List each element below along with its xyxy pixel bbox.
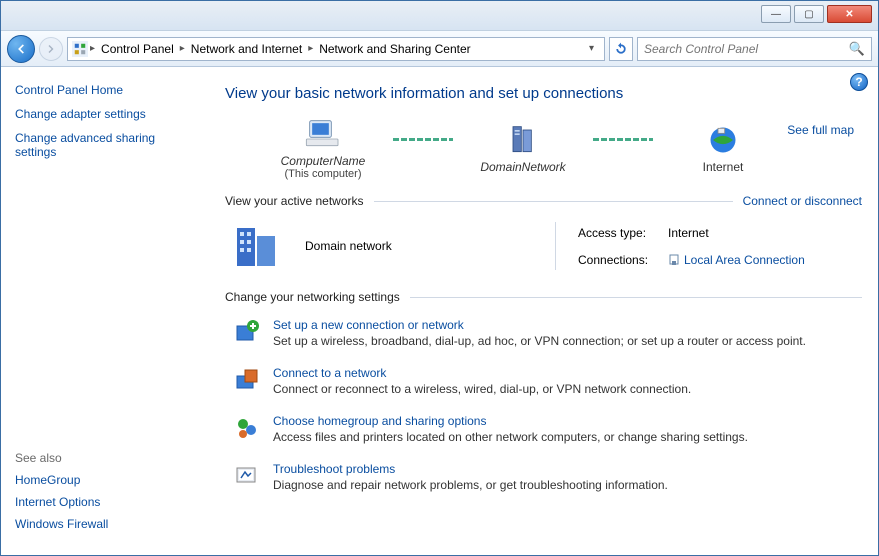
active-networks-header: View your active networks Connect or dis… [225,194,862,208]
chevron-right-icon: ▸ [180,43,185,54]
task-link[interactable]: Troubleshoot problems [273,462,668,476]
task-link[interactable]: Connect to a network [273,366,691,380]
task-list: Set up a new connection or network Set u… [225,312,862,504]
active-network-row: Domain network Access type: Internet Con… [225,216,862,282]
active-networks-label: View your active networks [225,194,364,208]
ethernet-icon [668,253,680,267]
server-icon [503,122,543,158]
back-button[interactable] [7,35,35,63]
map-link-line [393,138,453,141]
rule [374,201,733,202]
active-network-name: Domain network [305,239,392,253]
map-internet[interactable]: Internet [653,122,793,174]
breadcrumb[interactable]: ▸ Control Panel ▸ Network and Internet ▸… [67,37,605,61]
map-computer-sub: (This computer) [284,168,361,180]
search-box[interactable]: 🔍 [637,37,872,61]
breadcrumb-seg[interactable]: Network and Internet [187,42,306,56]
content: ? View your basic network information an… [209,67,878,555]
connection-link-text: Local Area Connection [684,253,805,267]
access-type-label: Access type: [578,226,668,240]
seealso-firewall[interactable]: Windows Firewall [15,517,195,531]
map-network-label: DomainNetwork [480,160,565,174]
task-link[interactable]: Choose homegroup and sharing options [273,414,748,428]
body: Control Panel Home Change adapter settin… [1,67,878,555]
network-map: ComputerName (This computer) DomainNetwo… [225,116,862,186]
sidebar-spacer [15,169,195,451]
chevron-right-icon: ▸ [308,43,313,54]
arrow-right-icon [45,43,57,55]
access-type-value: Internet [668,226,805,240]
map-internet-label: Internet [703,160,744,174]
maximize-button[interactable]: ▢ [794,5,824,23]
map-network[interactable]: DomainNetwork [453,122,593,174]
map-computer-label: ComputerName [281,154,366,168]
active-network-details: Access type: Internet Connections: Local… [555,222,805,270]
seealso-homegroup[interactable]: HomeGroup [15,473,195,487]
building-icon [231,222,287,270]
sidebar: Control Panel Home Change adapter settin… [1,67,209,555]
search-input[interactable] [644,42,849,56]
breadcrumb-seg[interactable]: Network and Sharing Center [315,42,474,56]
active-network-left: Domain network [231,222,531,270]
breadcrumb-seg[interactable]: Control Panel [97,42,178,56]
task-desc: Diagnose and repair network problems, or… [273,478,668,492]
connect-disconnect-link[interactable]: Connect or disconnect [743,194,862,208]
search-icon[interactable]: 🔍 [849,41,865,57]
help-icon[interactable]: ? [850,73,868,91]
minimize-button[interactable]: — [761,5,791,23]
rule [410,297,862,298]
seealso-title: See also [15,451,195,465]
troubleshoot-icon [233,462,261,490]
task-desc: Set up a wireless, broadband, dial-up, a… [273,334,806,348]
sidebar-link-sharing[interactable]: Change advanced sharing settings [15,131,195,159]
window-frame: — ▢ ✕ ▸ Control Panel ▸ Network and Inte… [0,0,879,556]
task-link[interactable]: Set up a new connection or network [273,318,806,332]
task-homegroup: Choose homegroup and sharing options Acc… [225,408,862,456]
map-link-line [593,138,653,141]
network-icon [72,41,88,57]
task-setup-connection: Set up a new connection or network Set u… [225,312,862,360]
settings-header-label: Change your networking settings [225,290,400,304]
refresh-button[interactable] [609,37,633,61]
task-connect-network: Connect to a network Connect or reconnec… [225,360,862,408]
map-computer[interactable]: ComputerName (This computer) [253,116,393,180]
chevron-down-icon[interactable]: ▾ [583,43,600,54]
sidebar-home[interactable]: Control Panel Home [15,83,195,97]
task-desc: Connect or reconnect to a wireless, wire… [273,382,691,396]
setup-connection-icon [233,318,261,346]
page-title: View your basic network information and … [225,85,862,102]
connection-link[interactable]: Local Area Connection [668,253,805,267]
task-troubleshoot: Troubleshoot problems Diagnose and repai… [225,456,862,504]
close-button[interactable]: ✕ [827,5,872,23]
forward-button[interactable] [39,37,63,61]
navbar: ▸ Control Panel ▸ Network and Internet ▸… [1,31,878,67]
task-desc: Access files and printers located on oth… [273,430,748,444]
computer-icon [303,116,343,152]
sidebar-seealso: See also HomeGroup Internet Options Wind… [15,451,195,539]
refresh-icon [614,42,628,56]
globe-icon [703,122,743,158]
seealso-internet-options[interactable]: Internet Options [15,495,195,509]
connections-label: Connections: [578,253,668,267]
chevron-right-icon: ▸ [90,43,95,54]
titlebar: — ▢ ✕ [1,1,878,31]
homegroup-icon [233,414,261,442]
settings-header: Change your networking settings [225,290,862,304]
arrow-left-icon [14,42,28,56]
sidebar-link-adapter[interactable]: Change adapter settings [15,107,195,121]
connect-network-icon [233,366,261,394]
